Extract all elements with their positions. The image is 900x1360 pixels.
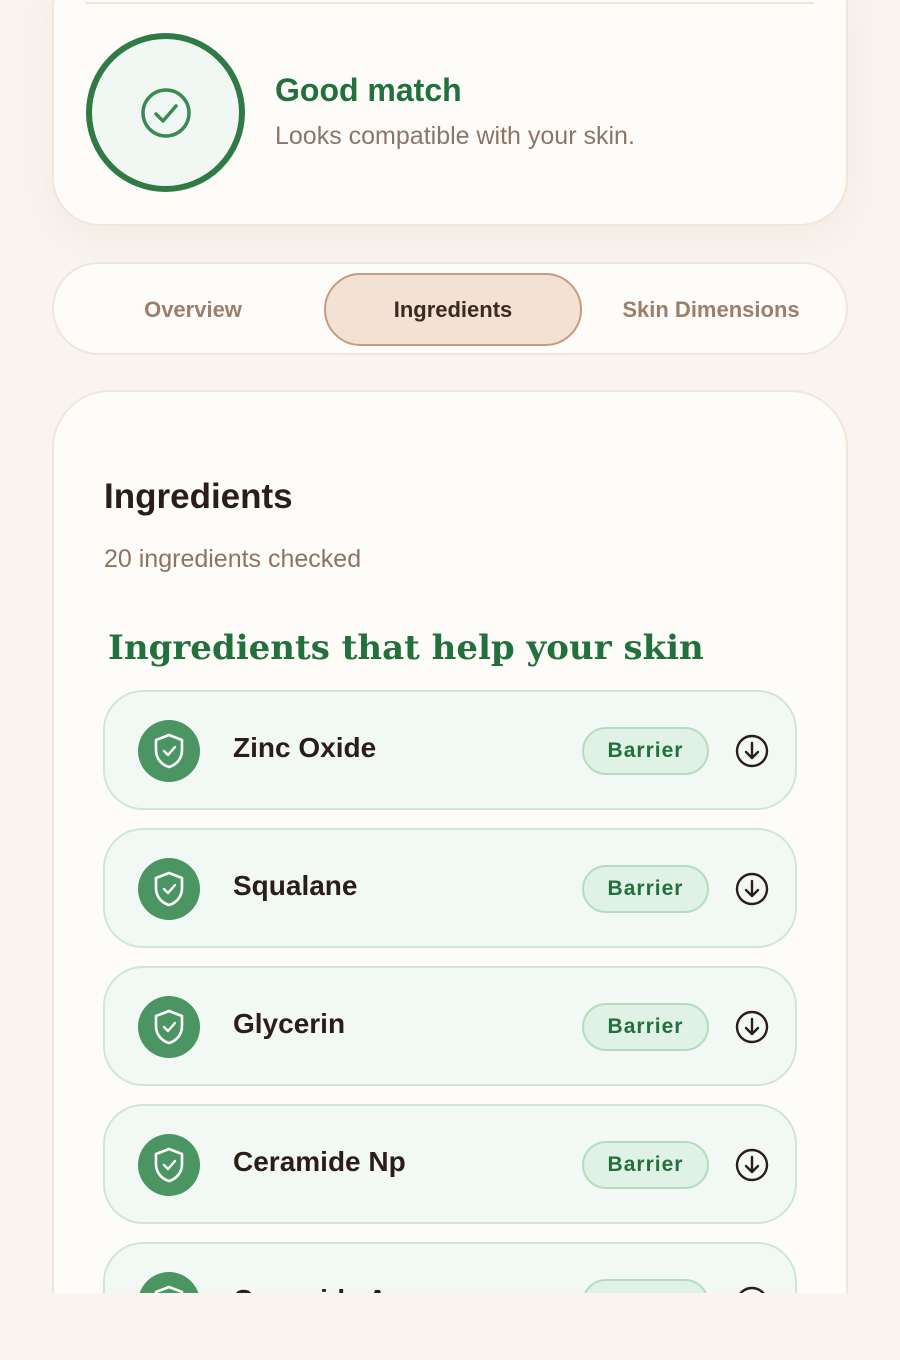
ingredient-tag-badge: Barrier — [582, 1003, 709, 1051]
screen-viewport: Good match Looks compatible with your sk… — [0, 0, 900, 1293]
ingredients-title: Ingredients — [104, 477, 293, 516]
expand-arrow-icon[interactable] — [735, 872, 769, 906]
tab-bar: Overview Ingredients Skin Dimensions — [52, 262, 848, 355]
shield-check-icon — [138, 720, 200, 782]
check-circle-icon — [140, 87, 191, 138]
tab-ingredients[interactable]: Ingredients — [324, 273, 582, 346]
shield-check-icon — [138, 1134, 200, 1196]
match-score-ring — [86, 33, 245, 192]
expand-arrow-icon[interactable] — [735, 1010, 769, 1044]
ingredient-row[interactable]: Glycerin Barrier — [103, 966, 797, 1086]
ingredient-tag-badge: Barrier — [582, 865, 709, 913]
ingredient-tag-badge: Barrier — [582, 727, 709, 775]
ingredient-name: Squalane — [233, 870, 358, 901]
expand-arrow-icon[interactable] — [735, 734, 769, 768]
ingredients-count: 20 ingredients checked — [104, 545, 362, 573]
tab-overview[interactable]: Overview — [64, 273, 322, 346]
shield-check-icon — [138, 1272, 200, 1293]
helpful-ingredients-heading: Ingredients that help your skin — [108, 628, 704, 668]
ingredient-row[interactable]: Ceramide Np Barrier — [103, 1104, 797, 1224]
ingredient-tag-badge: Barrier — [582, 1279, 709, 1293]
ingredient-name: Zinc Oxide — [233, 732, 377, 763]
expand-arrow-icon[interactable] — [735, 1148, 769, 1182]
ingredient-name: Ceramide Np — [233, 1146, 406, 1177]
tab-skin-dimensions[interactable]: Skin Dimensions — [582, 273, 840, 346]
expand-arrow-icon[interactable] — [735, 1286, 769, 1293]
match-subtitle: Looks compatible with your skin. — [275, 122, 635, 150]
shield-check-icon — [138, 996, 200, 1058]
ingredient-name: Glycerin — [233, 1008, 346, 1039]
ingredient-row[interactable]: Ceramide Ap Barrier — [103, 1242, 797, 1293]
match-title: Good match — [275, 72, 462, 108]
ingredient-list: Zinc Oxide Barrier Squalane Barrier Glyc… — [103, 690, 797, 1293]
shield-check-icon — [138, 858, 200, 920]
match-card-divider — [86, 2, 814, 4]
ingredient-name: Ceramide Ap — [233, 1284, 405, 1293]
ingredient-row[interactable]: Zinc Oxide Barrier — [103, 690, 797, 810]
ingredient-row[interactable]: Squalane Barrier — [103, 828, 797, 948]
ingredient-tag-badge: Barrier — [582, 1141, 709, 1189]
